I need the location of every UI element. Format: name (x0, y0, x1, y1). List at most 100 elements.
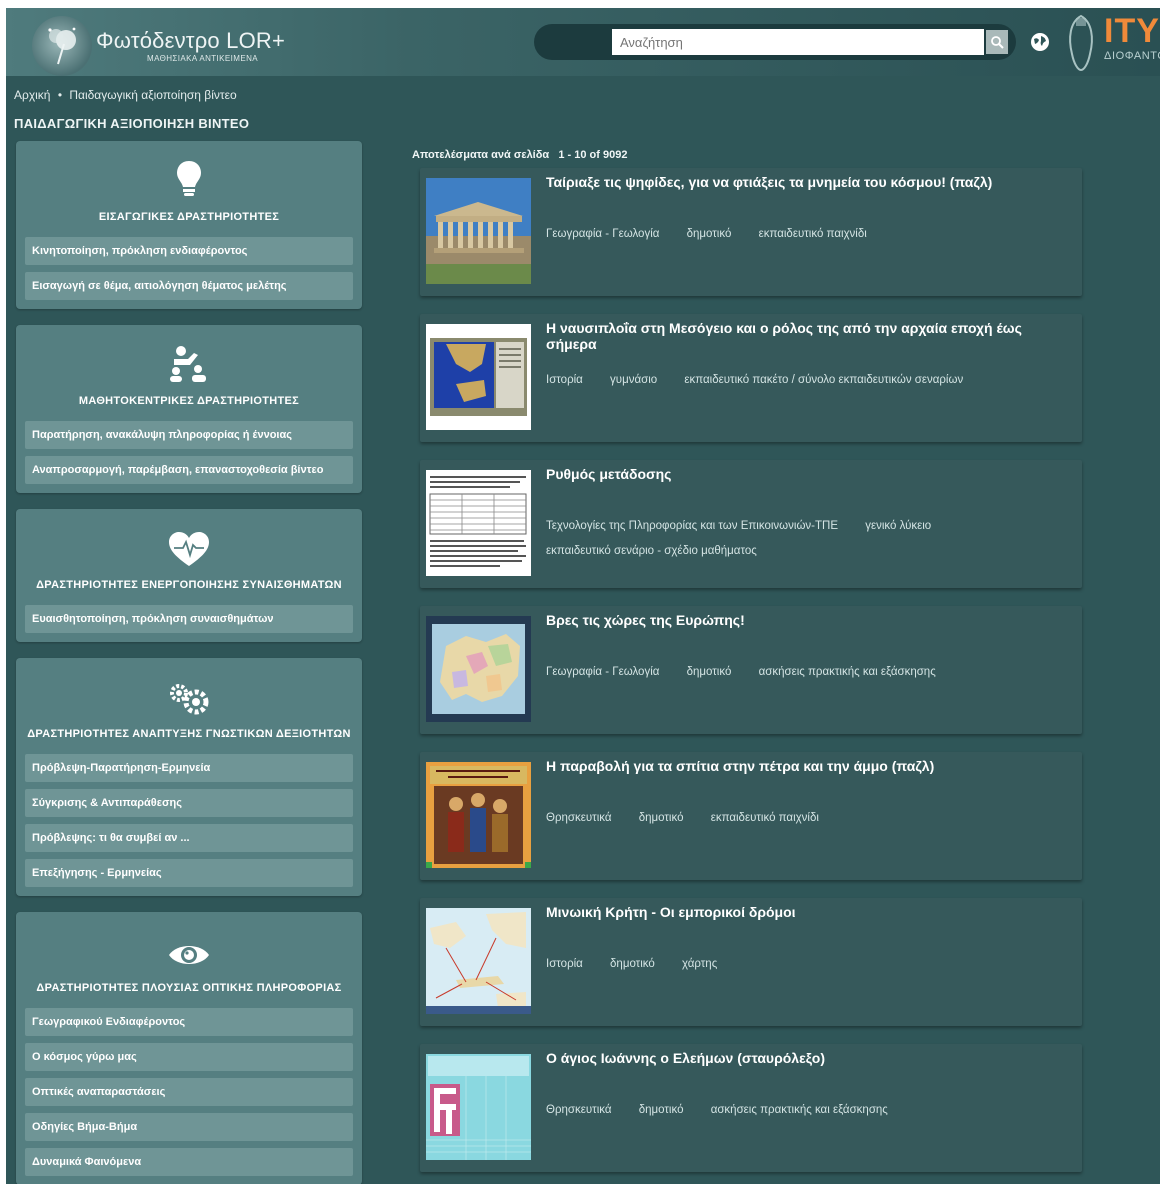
breadcrumb-home[interactable]: Αρχική (14, 88, 50, 102)
tag-subject[interactable]: Θρησκευτικά (546, 1098, 612, 1123)
sidebar-item[interactable]: Οδηγίες Βήμα-Βήμα (25, 1113, 353, 1141)
result-card[interactable]: Ταίριαξε τις ψηφίδες, για να φτιάξεις τα… (420, 168, 1082, 296)
sidebar: ΕΙΣΑΓΩΓΙΚΕΣ ΔΡΑΣΤΗΡΙΟΤΗΤΕΣ Κινητοποίηση,… (16, 141, 362, 1184)
result-thumbnail[interactable] (426, 324, 531, 430)
brand-subtitle: ΔΙΟΦΑΝΤΟΣ (1104, 50, 1160, 62)
tag-subject[interactable]: Θρησκευτικά (546, 806, 612, 831)
tag-level[interactable]: δημοτικό (687, 660, 732, 685)
search-button[interactable] (986, 30, 1008, 54)
sidebar-item[interactable]: Γεωγραφικού Ενδιαφέροντος (25, 1008, 353, 1036)
result-thumbnail[interactable] (426, 616, 531, 722)
result-tags: Γεωγραφία - Γεωλογία δημοτικό εκπαιδευτι… (546, 222, 1062, 247)
crete-map-thumbnail-icon (426, 908, 531, 1014)
sidebar-item[interactable]: Οπτικές αναπαραστάσεις (25, 1078, 353, 1106)
tag-level[interactable]: δημοτικό (639, 806, 684, 831)
panel-title: ΔΡΑΣΤΗΡΙΟΤΗΤΕΣ ΠΛΟΥΣΙΑΣ ΟΠΤΙΚΗΣ ΠΛΗΡΟΦΟΡ… (36, 982, 342, 994)
result-tags: Ιστορία γυμνάσιο εκπαιδευτικό πακέτο / σ… (546, 368, 1062, 393)
breadcrumb-separator: • (57, 88, 63, 102)
eye-icon (169, 946, 209, 964)
tag-subject[interactable]: Τεχνολογίες της Πληροφορίας και των Επικ… (546, 514, 838, 539)
logo-title[interactable]: Φωτόδεντρο LOR+ (96, 28, 285, 54)
result-tags: Τεχνολογίες της Πληροφορίας και των Επικ… (546, 514, 1062, 564)
sidebar-item[interactable]: Αναπροσαρμογή, παρέμβαση, επαναστοχοθεσί… (25, 456, 353, 484)
results-list: Ταίριαξε τις ψηφίδες, για να φτιάξεις τα… (420, 168, 1082, 1184)
result-card[interactable]: Η ναυσιπλοΐα στη Μεσόγειο και ο ρόλος τη… (420, 314, 1082, 442)
tag-subject[interactable]: Ιστορία (546, 952, 583, 977)
result-thumbnail[interactable] (426, 762, 531, 868)
logo-subtitle: ΜΑΘΗΣΙΑΚΑ ΑΝΤΙΚΕΙΜΕΝΑ (147, 54, 258, 63)
search-bar (534, 24, 1016, 60)
panel-cognitive: ΔΡΑΣΤΗΡΙΟΤΗΤΕΣ ΑΝΑΠΤΥΞΗΣ ΓΝΩΣΤΙΚΩΝ ΔΕΞΙΟ… (16, 658, 362, 896)
breadcrumb-current: Παιδαγωγική αξιοποίηση βίντεο (69, 88, 237, 102)
result-thumbnail[interactable] (426, 178, 531, 284)
sidebar-item[interactable]: Εισαγωγή σε θέμα, αιτιολόγηση θέματος με… (25, 272, 353, 300)
result-title[interactable]: Ρυθμός μετάδοσης (546, 466, 1072, 482)
page-title: ΠΑΙΔΑΓΩΓΙΚΗ ΑΞΙΟΠΟΙΗΣΗ ΒΙΝΤΕΟ (14, 116, 250, 131)
results-range: 1 - 10 of 9092 (558, 149, 628, 161)
result-tags: Θρησκευτικά δημοτικό εκπαιδευτικό παιχνί… (546, 806, 1062, 831)
result-thumbnail[interactable] (426, 470, 531, 576)
tag-subject[interactable]: Γεωγραφία - Γεωλογία (546, 222, 659, 247)
brand-text: ΙΤΥΕ (1104, 12, 1160, 50)
panel-introductory: ΕΙΣΑΓΩΓΙΚΕΣ ΔΡΑΣΤΗΡΙΟΤΗΤΕΣ Κινητοποίηση,… (16, 141, 362, 309)
result-card[interactable]: Βρες τις χώρες της Ευρώπης! Γεωγραφία - … (420, 606, 1082, 734)
tag-type[interactable]: εκπαιδευτικό παιχνίδι (759, 222, 867, 247)
tag-level[interactable]: γυμνάσιο (610, 368, 657, 393)
page: Φωτόδεντρο LOR+ ΜΑΘΗΣΙΑΚΑ ΑΝΤΙΚΕΙΜΕΝΑ ΙΤ… (6, 8, 1160, 1184)
gears-icon (170, 684, 209, 715)
tag-type[interactable]: εκπαιδευτικό παιχνίδι (711, 806, 819, 831)
result-thumbnail[interactable] (426, 1054, 531, 1160)
tag-type[interactable]: εκπαιδευτικό σενάριο - σχέδιο μαθήματος (546, 539, 757, 564)
tag-type[interactable]: χάρτης (682, 952, 717, 977)
result-title[interactable]: Βρες τις χώρες της Ευρώπης! (546, 612, 1072, 628)
sea-map-thumbnail-icon (426, 324, 531, 430)
sidebar-item[interactable]: Παρατήρηση, ανακάλυψη πληροφορίας ή έννο… (25, 421, 353, 449)
result-card[interactable]: Ρυθμός μετάδοσης Τεχνολογίες της Πληροφο… (420, 460, 1082, 588)
header: Φωτόδεντρο LOR+ ΜΑΘΗΣΙΑΚΑ ΑΝΤΙΚΕΙΜΕΝΑ ΙΤ… (6, 8, 1160, 76)
parthenon-thumbnail-icon (426, 178, 531, 284)
result-card[interactable]: Ο άγιος Ιωάννης ο Ελεήμων (σταυρόλεξο) Θ… (420, 1044, 1082, 1172)
result-card[interactable]: Μινωική Κρήτη - Οι εμπορικοί δρόμοι Ιστο… (420, 898, 1082, 1026)
result-thumbnail[interactable] (426, 908, 531, 1014)
result-title[interactable]: Ταίριαξε τις ψηφίδες, για να φτιάξεις τα… (546, 174, 1072, 190)
sidebar-item[interactable]: Επεξήγησης - Ερμηνείας (25, 859, 353, 887)
tag-type[interactable]: ασκήσεις πρακτικής και εξάσκησης (759, 660, 936, 685)
panel-title: ΔΡΑΣΤΗΡΙΟΤΗΤΕΣ ΑΝΑΠΤΥΞΗΣ ΓΝΩΣΤΙΚΩΝ ΔΕΞΙΟ… (27, 728, 351, 740)
brand-logo[interactable]: ΙΤΥΕ ΔΙΟΦΑΝΤΟΣ (1062, 12, 1160, 74)
tag-subject[interactable]: Ιστορία (546, 368, 583, 393)
dandelion-icon (48, 27, 76, 65)
sidebar-item[interactable]: Πρόβλεψη-Παρατήρηση-Ερμηνεία (25, 754, 353, 782)
breadcrumb: Αρχική • Παιδαγωγική αξιοποίηση βίντεο (14, 88, 241, 102)
crossword-thumbnail-icon (426, 1054, 531, 1160)
sidebar-item[interactable]: Σύγκρισης & Αντιπαράθεσης (25, 789, 353, 817)
result-tags: Γεωγραφία - Γεωλογία δημοτικό ασκήσεις π… (546, 660, 1062, 685)
lightbulb-icon (177, 161, 201, 196)
results-label: Αποτελέσματα ανά σελίδα (412, 149, 550, 161)
tag-level[interactable]: δημοτικό (639, 1098, 684, 1123)
tag-level[interactable]: δημοτικό (687, 222, 732, 247)
result-title[interactable]: Η ναυσιπλοΐα στη Μεσόγειο και ο ρόλος τη… (546, 320, 1072, 352)
sidebar-item[interactable]: Κινητοποίηση, πρόκληση ενδιαφέροντος (25, 237, 353, 265)
panel-title: ΔΡΑΣΤΗΡΙΟΤΗΤΕΣ ΕΝΕΡΓΟΠΟΙΗΣΗΣ ΣΥΝΑΙΣΘΗΜΑΤ… (36, 579, 342, 591)
sidebar-item[interactable]: Ο κόσμος γύρω μας (25, 1043, 353, 1071)
tag-type[interactable]: εκπαιδευτικό πακέτο / σύνολο εκπαιδευτικ… (684, 368, 963, 393)
sidebar-item[interactable]: Πρόβλεψης: τι θα συμβεί αν ... (25, 824, 353, 852)
heartbeat-icon (169, 532, 209, 566)
sidebar-item[interactable]: Δυναμικά Φαινόμενα (25, 1148, 353, 1176)
tag-subject[interactable]: Γεωγραφία - Γεωλογία (546, 660, 659, 685)
result-tags: Ιστορία δημοτικό χάρτης (546, 952, 1062, 977)
tag-level[interactable]: δημοτικό (610, 952, 655, 977)
tag-level[interactable]: γενικό λύκειο (865, 514, 931, 539)
result-card[interactable]: Η παραβολή για τα σπίτια στην πέτρα και … (420, 752, 1082, 880)
sidebar-item[interactable]: Ευαισθητοποίηση, πρόκληση συναισθημάτων (25, 605, 353, 633)
tag-type[interactable]: ασκήσεις πρακτικής και εξάσκησης (711, 1098, 888, 1123)
icon-painting-thumbnail-icon (426, 762, 531, 868)
panel-visual: ΔΡΑΣΤΗΡΙΟΤΗΤΕΣ ΠΛΟΥΣΙΑΣ ΟΠΤΙΚΗΣ ΠΛΗΡΟΦΟΡ… (16, 912, 362, 1184)
result-title[interactable]: Μινωική Κρήτη - Οι εμπορικοί δρόμοι (546, 904, 1072, 920)
logo[interactable] (32, 16, 92, 76)
language-globe-icon[interactable] (1030, 32, 1050, 52)
result-title[interactable]: Η παραβολή για τα σπίτια στην πέτρα και … (546, 758, 1072, 774)
result-title[interactable]: Ο άγιος Ιωάννης ο Ελεήμων (σταυρόλεξο) (546, 1050, 1072, 1066)
panel-title: ΜΑΘΗΤΟΚΕΝΤΡΙΚΕΣ ΔΡΑΣΤΗΡΙΟΤΗΤΕΣ (78, 395, 300, 407)
search-input[interactable] (612, 29, 984, 55)
